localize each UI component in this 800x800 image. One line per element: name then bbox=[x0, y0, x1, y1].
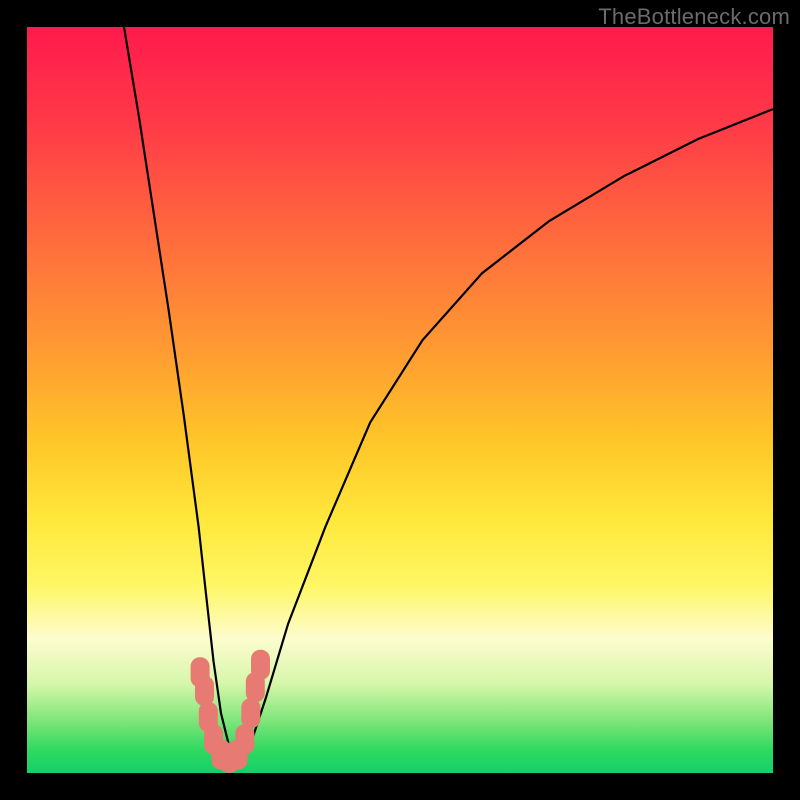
marker-dot bbox=[235, 724, 254, 754]
marker-dot bbox=[241, 698, 260, 728]
marker-dot bbox=[251, 650, 270, 680]
marker-dot bbox=[195, 676, 214, 706]
plot-area bbox=[27, 27, 773, 773]
highlight-markers bbox=[27, 27, 773, 773]
chart-frame: TheBottleneck.com bbox=[0, 0, 800, 800]
watermark-text: TheBottleneck.com bbox=[598, 4, 790, 30]
